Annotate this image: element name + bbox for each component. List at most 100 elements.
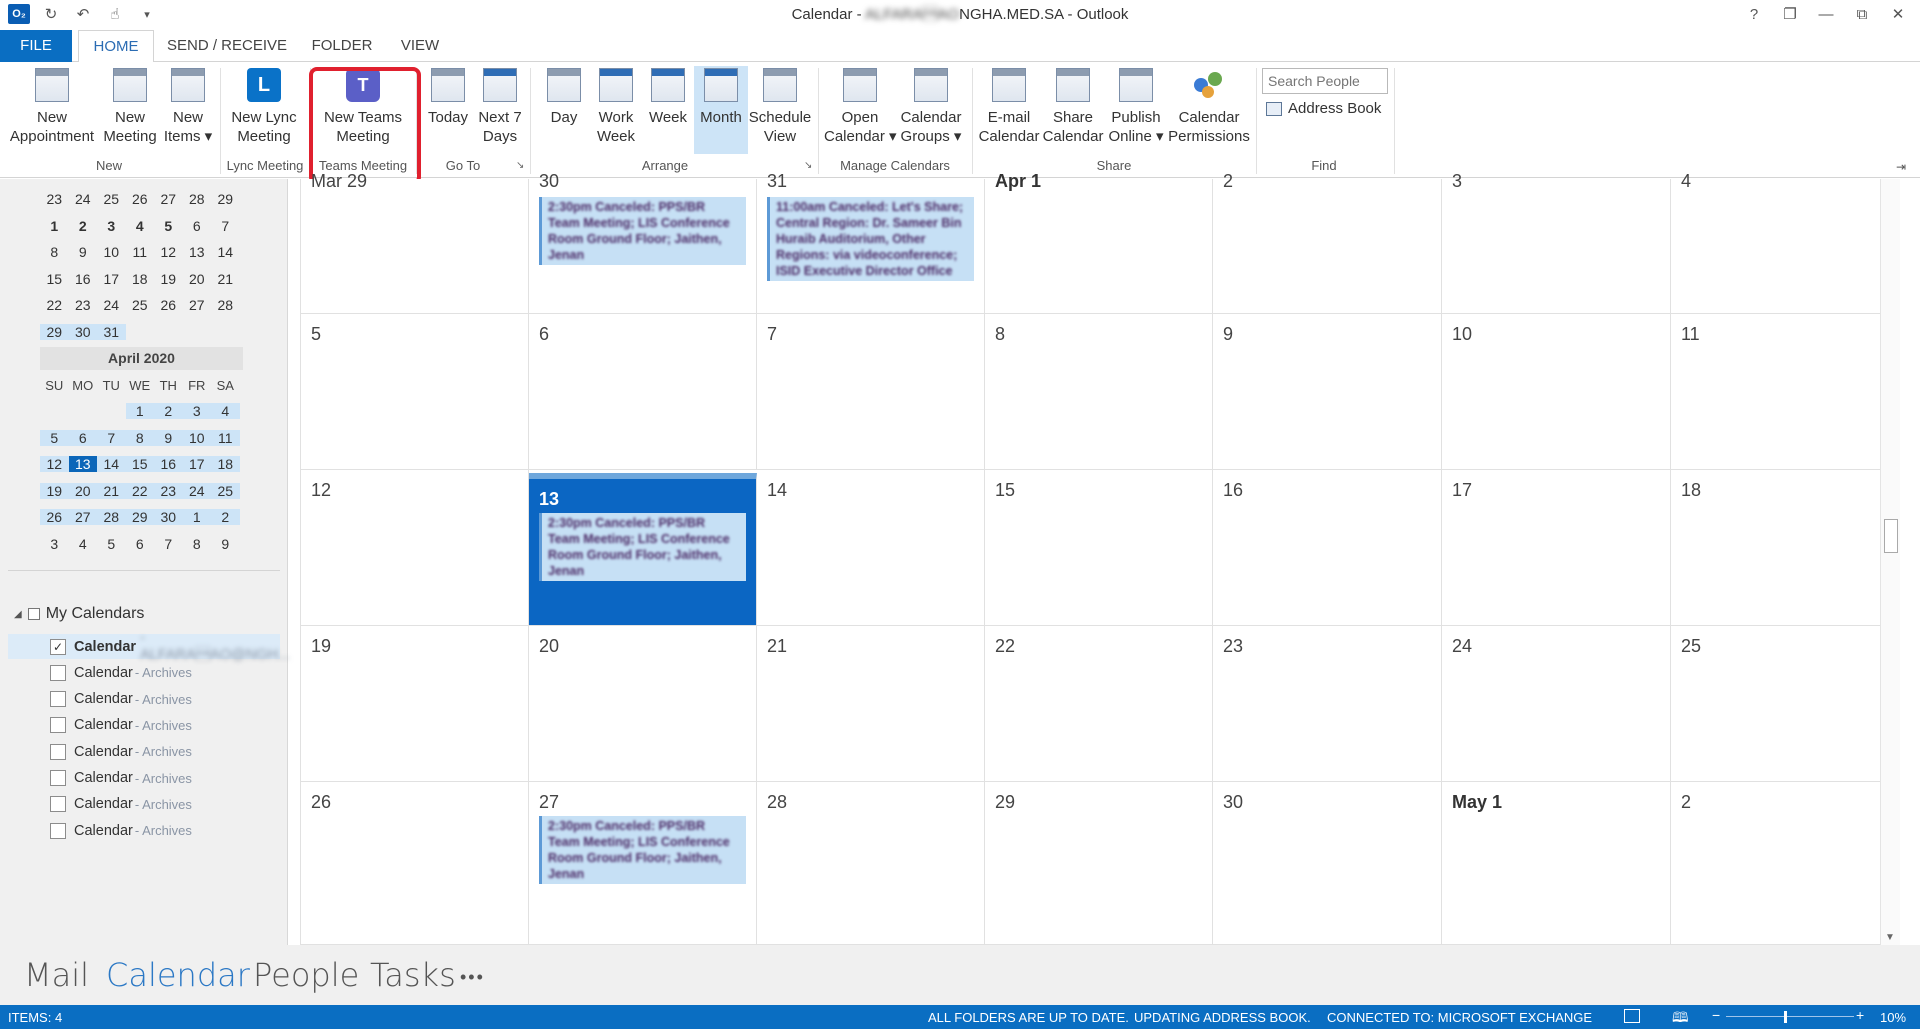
nav-more-icon[interactable]: ••• — [460, 967, 485, 988]
mini-calendar-day[interactable]: 5 — [97, 536, 126, 552]
calendar-checkbox[interactable] — [50, 743, 66, 760]
mini-calendar-day[interactable]: 26 — [40, 509, 69, 526]
mini-calendar-day[interactable]: 5 — [154, 218, 183, 234]
mini-calendar-day[interactable]: 2 — [211, 509, 240, 526]
calendar-event[interactable]: 11:00am Canceled: Let's Share; Central R… — [767, 197, 974, 281]
mini-calendar-day[interactable]: 23 — [69, 297, 98, 313]
my-calendars-header[interactable]: ◢ My Calendars — [14, 605, 144, 623]
zoom-slider-thumb[interactable] — [1784, 1011, 1787, 1023]
mini-calendar-day[interactable]: 27 — [154, 191, 183, 207]
calendar-event[interactable]: 2:30pm Canceled: PPS/BR Team Meeting; LI… — [539, 197, 746, 265]
work-week-view-button[interactable]: Work Week — [590, 68, 642, 146]
mini-calendar-day[interactable]: 7 — [97, 429, 126, 446]
mini-calendar-day[interactable]: 27 — [68, 509, 97, 526]
calendar-groups-button[interactable]: Calendar Groups ▾ — [896, 68, 966, 146]
mini-calendar-day[interactable]: 15 — [40, 271, 69, 287]
calendar-day-cell[interactable]: 16 — [1213, 470, 1442, 626]
new-meeting-button[interactable]: New Meeting — [100, 68, 160, 146]
mini-calendar-day[interactable]: 25 — [97, 191, 126, 207]
calendar-day-cell[interactable]: 2 — [1671, 782, 1900, 945]
ribbon-display-options-button[interactable]: ❐ — [1772, 2, 1808, 26]
calendar-event[interactable]: 2:30pm Canceled: PPS/BR Team Meeting; LI… — [539, 816, 746, 884]
mini-calendar-day[interactable]: 18 — [126, 271, 155, 287]
mini-calendar-day[interactable]: 11 — [211, 429, 240, 446]
calendar-checkbox[interactable] — [50, 717, 66, 734]
calendar-day-cell[interactable]: May 1 — [1442, 782, 1671, 945]
calendar-folder-item[interactable]: Calendar - Archives — [8, 713, 280, 738]
new-lync-meeting-button[interactable]: L New Lync Meeting — [226, 68, 302, 146]
calendar-day-cell[interactable]: 19 — [301, 626, 529, 782]
reading-view-icon[interactable]: 🕮 — [1672, 1007, 1689, 1029]
mini-calendar-day[interactable]: 1 — [40, 218, 69, 234]
normal-view-icon[interactable] — [1624, 1009, 1640, 1023]
mini-calendar-day[interactable]: 26 — [154, 297, 183, 313]
mini-calendar-day[interactable]: 12 — [40, 456, 69, 473]
mini-calendar-day[interactable]: 19 — [154, 271, 183, 287]
calendar-day-cell[interactable]: 26 — [301, 782, 529, 945]
mini-calendar-day[interactable]: 22 — [40, 297, 69, 313]
arrange-dialog-launcher-icon[interactable]: ↘ — [804, 160, 812, 171]
mini-calendar-day[interactable]: 9 — [211, 536, 240, 552]
calendar-day-cell[interactable]: 14 — [757, 470, 985, 626]
mini-calendar-day[interactable]: 4 — [211, 403, 240, 420]
calendar-day-cell[interactable]: 4 — [1671, 171, 1900, 314]
mini-calendar-day[interactable]: 29 — [211, 191, 240, 207]
mini-calendar-day[interactable]: 3 — [40, 536, 69, 552]
mini-calendar-day[interactable]: 23 — [40, 191, 69, 207]
mini-calendar-day[interactable]: 12 — [154, 244, 183, 260]
calendar-day-cell[interactable]: 27 2:30pm Canceled: PPS/BR Team Meeting; … — [529, 782, 757, 945]
mini-calendar-day[interactable]: 8 — [40, 244, 69, 260]
scroll-down-icon[interactable]: ▼ — [1885, 932, 1895, 943]
day-view-button[interactable]: Day — [538, 68, 590, 127]
calendar-day-cell[interactable]: 18 — [1671, 470, 1900, 626]
mini-calendar-day[interactable]: 10 — [97, 244, 126, 260]
mini-calendar-day[interactable]: 25 — [211, 482, 240, 499]
calendar-day-cell[interactable]: Mar 29 — [301, 171, 529, 314]
calendar-checkbox[interactable] — [50, 822, 66, 839]
calendar-folder-item[interactable]: Calendar - Archives — [8, 660, 280, 685]
search-people-input[interactable] — [1262, 68, 1388, 94]
schedule-view-button[interactable]: Schedule View — [748, 68, 812, 146]
calendar-day-cell[interactable]: 24 — [1442, 626, 1671, 782]
calendar-folder-item[interactable]: Calendar - Archives — [8, 818, 280, 843]
calendar-day-cell[interactable]: 10 — [1442, 314, 1671, 470]
mini-calendar-day[interactable]: 21 — [97, 482, 126, 499]
calendar-day-cell[interactable]: 15 — [985, 470, 1213, 626]
calendar-day-cell[interactable]: 5 — [301, 314, 529, 470]
calendar-day-cell[interactable]: 6 — [529, 314, 757, 470]
calendar-folder-item[interactable]: ✓ Calendar - ALFARAAO@NGH... — [8, 630, 290, 663]
nav-people[interactable]: People — [253, 956, 359, 994]
calendar-folder-item[interactable]: Calendar - Archives — [8, 739, 280, 764]
open-calendar-button[interactable]: Open Calendar ▾ — [824, 68, 897, 146]
calendar-day-cell[interactable]: 25 — [1671, 626, 1900, 782]
calendar-scrollbar[interactable]: ▼ — [1880, 179, 1900, 945]
calendar-day-cell[interactable]: 20 — [529, 626, 757, 782]
new-appointment-button[interactable]: New Appointment — [6, 68, 98, 146]
calendar-checkbox[interactable] — [50, 664, 66, 681]
mini-calendar-day[interactable]: 11 — [126, 244, 155, 260]
zoom-out-icon[interactable]: − — [1712, 1007, 1720, 1023]
calendar-day-cell[interactable]: 7 — [757, 314, 985, 470]
mini-calendar-day[interactable]: 13 — [183, 244, 212, 260]
mini-calendar-day[interactable]: 30 — [154, 509, 183, 526]
nav-calendar[interactable]: Calendar — [106, 956, 250, 994]
mini-calendar-day[interactable]: 19 — [40, 482, 69, 499]
mini-calendar-day[interactable]: 29 — [125, 509, 154, 526]
mini-calendar-day[interactable]: 6 — [183, 218, 212, 234]
mini-calendar-day[interactable]: 1 — [125, 403, 154, 420]
calendar-folder-item[interactable]: Calendar - Archives — [8, 766, 280, 791]
calendar-day-cell[interactable]: 23 — [1213, 626, 1442, 782]
next-7-days-button[interactable]: Next 7 Days — [474, 68, 526, 146]
mini-calendar-day[interactable]: 28 — [211, 297, 240, 313]
calendar-day-cell[interactable]: 22 — [985, 626, 1213, 782]
zoom-in-icon[interactable]: + — [1856, 1007, 1864, 1023]
calendar-day-cell[interactable]: 8 — [985, 314, 1213, 470]
mini-calendar-day[interactable]: 23 — [154, 482, 183, 499]
today-button[interactable]: Today — [422, 68, 474, 127]
mini-calendar-day[interactable]: 17 — [182, 456, 211, 473]
mini-calendar-day[interactable]: 15 — [125, 456, 154, 473]
zoom-slider[interactable] — [1726, 1016, 1854, 1017]
pin-ribbon-icon[interactable]: ⇥ — [1896, 160, 1906, 174]
address-book-button[interactable]: Address Book — [1266, 100, 1381, 117]
mini-calendar-day[interactable]: 4 — [69, 536, 98, 552]
